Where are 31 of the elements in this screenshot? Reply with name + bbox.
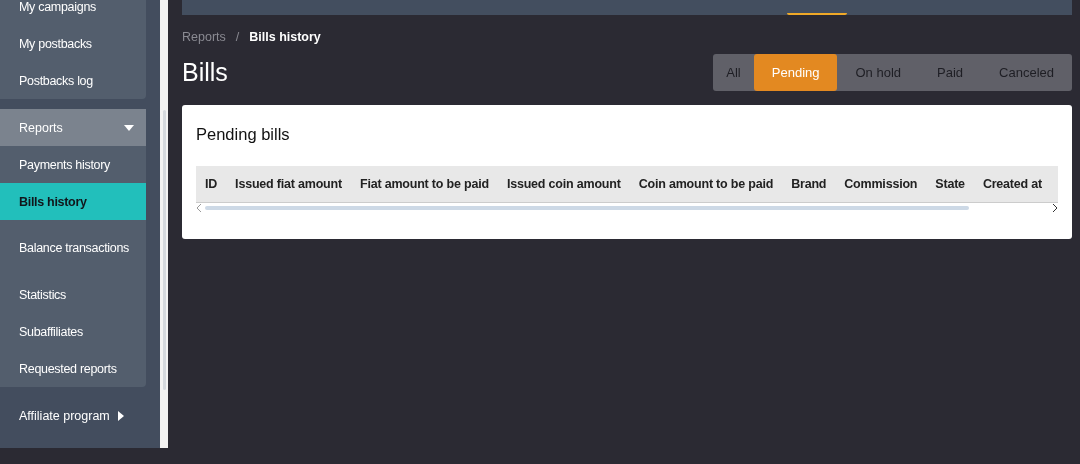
breadcrumb-separator: / — [235, 30, 240, 44]
menu-item[interactable]: Postbacks log — [0, 62, 146, 99]
column-header[interactable]: Created at — [973, 177, 1051, 191]
menu-item[interactable]: Subaffiliates — [0, 313, 146, 350]
menu-item[interactable]: My campaigns — [0, 0, 146, 25]
menu-header[interactable]: Reports — [0, 109, 146, 146]
column-header[interactable]: Commission — [835, 177, 927, 191]
column-header[interactable]: Issued fiat amount — [226, 177, 351, 191]
page-title: Bills — [182, 57, 228, 87]
column-header[interactable]: Fiat amount to be paid — [350, 177, 498, 191]
menu-header[interactable]: Affiliate program — [0, 397, 160, 434]
caret-icon — [117, 410, 124, 421]
menu-item[interactable]: Statistics — [0, 276, 146, 313]
menu-item[interactable]: Balance transactions — [0, 220, 146, 276]
column-header[interactable]: Coin amount to be paid — [629, 177, 783, 191]
column-header[interactable]: Issued coin amount — [497, 177, 630, 191]
menu-item[interactable]: My postbacks — [0, 25, 146, 62]
column-header[interactable]: State — [926, 177, 974, 191]
scrollbar[interactable] — [160, 0, 168, 448]
breadcrumb-link[interactable]: Bills history — [249, 30, 321, 44]
caret-icon — [124, 124, 134, 131]
scroll-left-icon[interactable] — [196, 204, 202, 212]
column-header[interactable]: Brand — [782, 177, 836, 191]
column-header[interactable]: ID — [196, 177, 227, 191]
horizontal-scrollbar[interactable] — [205, 206, 969, 210]
menu-item[interactable]: Bills history — [0, 183, 146, 220]
breadcrumb-link[interactable]: Reports — [182, 30, 226, 44]
menu-item[interactable]: Requested reports — [0, 350, 146, 387]
scroll-right-icon[interactable] — [1052, 204, 1058, 212]
card-title: Pending bills — [196, 125, 291, 144]
menu-item[interactable]: Payments history — [0, 146, 146, 183]
